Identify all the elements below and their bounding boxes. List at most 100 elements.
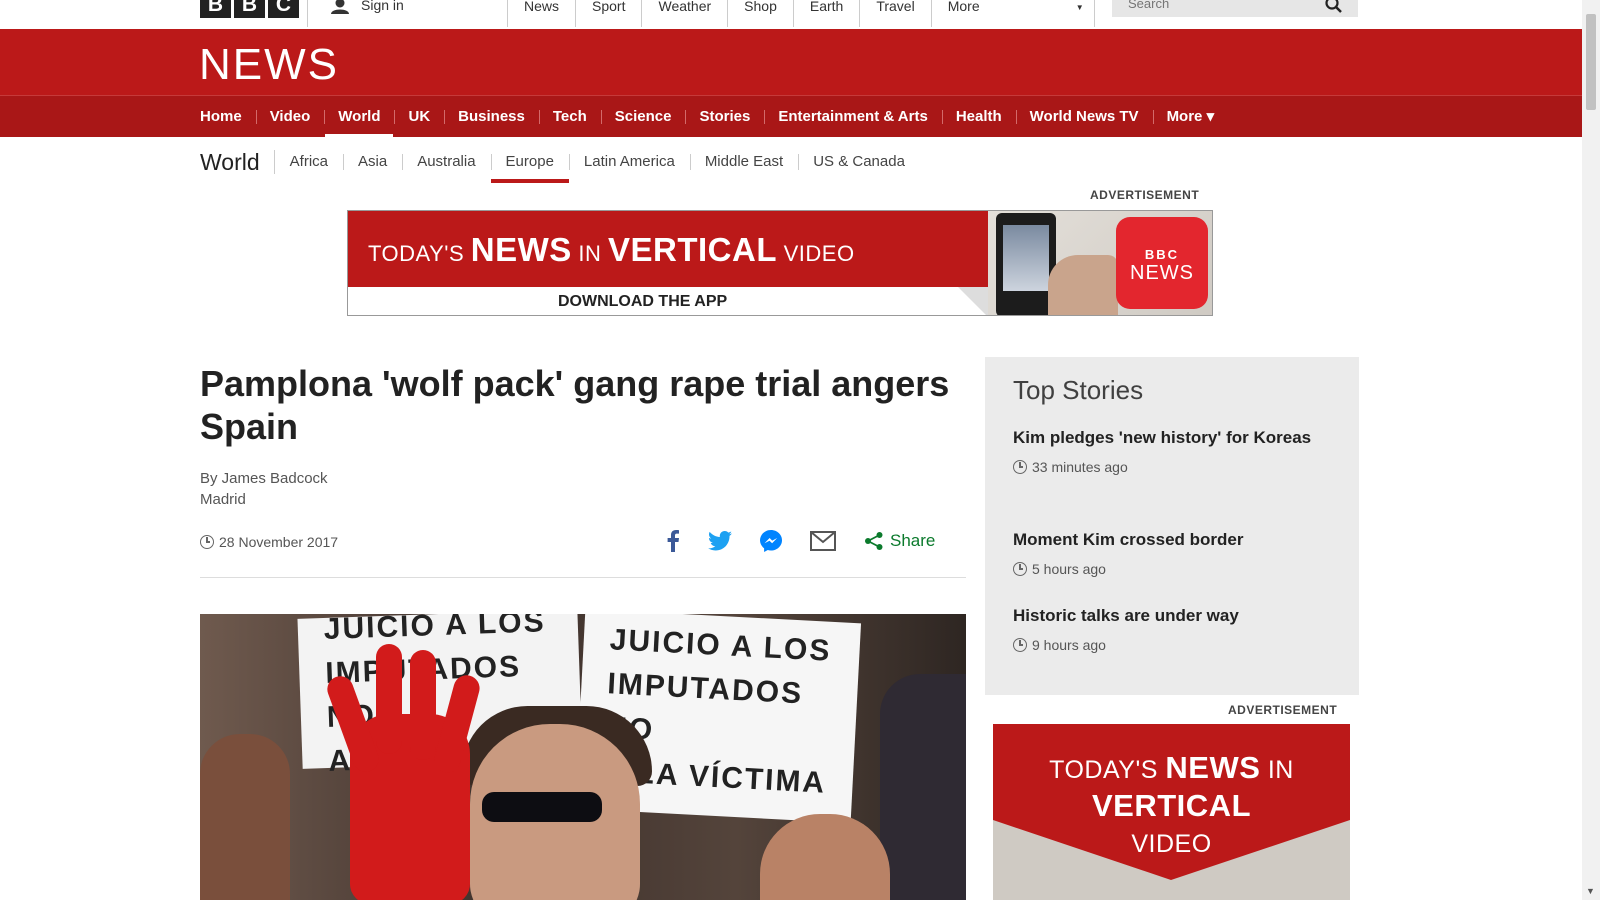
search-box[interactable] xyxy=(1112,0,1358,17)
nav-video[interactable]: Video xyxy=(255,96,325,138)
advertisement-label: ADVERTISEMENT xyxy=(1090,188,1200,202)
search-icon[interactable] xyxy=(1324,0,1344,14)
bbc-logo-letter: C xyxy=(268,0,299,18)
nav-stories[interactable]: Stories xyxy=(685,96,764,138)
user-icon xyxy=(331,0,349,14)
news-header: NEWS Home Video World UK Business Tech S… xyxy=(0,29,1582,138)
clock-icon xyxy=(1013,562,1027,576)
side-ad-text: TODAY'S NEWS IN VERTICAL VIDEO xyxy=(993,750,1350,862)
main-nav: Home Video World UK Business Tech Scienc… xyxy=(0,95,1582,138)
nav-world[interactable]: World xyxy=(324,96,394,138)
section-title[interactable]: World xyxy=(200,150,275,174)
clock-icon xyxy=(1013,460,1027,474)
bbc-global-bar: B B C Sign in News Sport Weather Shop Ea… xyxy=(0,0,1582,29)
ad-download-cta[interactable]: DOWNLOAD THE APP xyxy=(558,293,727,311)
top-story-time: 33 minutes ago xyxy=(1032,459,1128,475)
nav-science[interactable]: Science xyxy=(600,96,686,138)
chevron-down-icon: ▼ xyxy=(1075,3,1084,12)
top-banner-ad[interactable]: TODAY'S NEWS IN VERTICAL VIDEO DOWNLOAD … xyxy=(347,210,1213,316)
side-ad[interactable]: TODAY'S NEWS IN VERTICAL VIDEO xyxy=(993,724,1350,900)
article-date: 28 November 2017 xyxy=(200,534,338,550)
ad-headline-part: VIDEO xyxy=(776,241,855,266)
global-nav-sport[interactable]: Sport xyxy=(575,0,641,27)
sign-in-link[interactable]: Sign in xyxy=(307,0,507,27)
facebook-icon[interactable] xyxy=(666,530,680,552)
top-story-item[interactable]: Kim pledges 'new history' for Koreas 33 … xyxy=(1013,425,1313,475)
side-ad-line: TODAY'S NEWS IN xyxy=(993,750,1350,788)
global-nav-weather[interactable]: Weather xyxy=(641,0,727,27)
news-logo[interactable]: NEWS xyxy=(199,40,339,90)
search-input[interactable] xyxy=(1128,0,1308,11)
nav-uk[interactable]: UK xyxy=(394,96,444,138)
top-story-title[interactable]: Historic talks are under way xyxy=(1013,603,1313,628)
page-scrollbar[interactable]: ▼ xyxy=(1582,0,1600,900)
subnav-latin-america[interactable]: Latin America xyxy=(568,152,690,172)
bbc-logo-letter: B xyxy=(234,0,265,18)
advertisement-label: ADVERTISEMENT xyxy=(1228,703,1338,717)
ad-white-wedge xyxy=(958,287,988,315)
top-story-title[interactable]: Moment Kim crossed border xyxy=(1013,527,1313,552)
red-glove-finger xyxy=(376,644,402,754)
nav-entertainment-arts[interactable]: Entertainment & Arts xyxy=(764,96,941,138)
top-story-item[interactable]: Historic talks are under way 9 hours ago xyxy=(1013,603,1313,653)
ad-headline-part: NEWS xyxy=(470,231,572,268)
nav-tech[interactable]: Tech xyxy=(538,96,601,138)
share-icon xyxy=(865,532,883,550)
byline: By James Badcock Madrid xyxy=(200,468,328,510)
author: By James Badcock xyxy=(200,470,328,487)
ad-headline-part: IN xyxy=(571,241,608,266)
clock-icon xyxy=(1013,638,1027,652)
scroll-down-arrow-icon[interactable]: ▼ xyxy=(1586,886,1595,896)
nav-more[interactable]: More ▾ xyxy=(1152,96,1229,138)
bbc-logo-letter: B xyxy=(200,0,231,18)
bbc-logo[interactable]: B B C xyxy=(200,0,299,18)
nav-business[interactable]: Business xyxy=(444,96,539,138)
subnav-africa[interactable]: Africa xyxy=(275,152,343,172)
share-button[interactable]: Share xyxy=(864,531,935,551)
subnav-australia[interactable]: Australia xyxy=(402,152,490,172)
global-nav: News Sport Weather Shop Earth Travel Mor… xyxy=(507,0,1095,27)
side-ad-part: IN xyxy=(1260,756,1294,784)
top-stories-title: Top Stories xyxy=(1013,375,1144,405)
side-ad-line: VIDEO xyxy=(1131,830,1212,858)
top-story-time: 9 hours ago xyxy=(1032,637,1106,653)
subnav-us-canada[interactable]: US & Canada xyxy=(798,152,920,172)
ad-headline-part: TODAY'S xyxy=(368,241,471,266)
badge-news-text: NEWS xyxy=(1130,262,1194,284)
ad-headline: TODAY'S NEWS IN VERTICAL VIDEO xyxy=(368,231,855,269)
global-nav-earth[interactable]: Earth xyxy=(792,0,859,27)
nav-home[interactable]: Home xyxy=(200,96,256,138)
subnav-europe[interactable]: Europe xyxy=(490,152,570,183)
top-story-item[interactable]: Moment Kim crossed border 5 hours ago xyxy=(1013,527,1313,577)
article-headline: Pamplona 'wolf pack' gang rape trial ang… xyxy=(200,363,950,447)
hand-image xyxy=(1048,255,1118,315)
nav-world-news-tv[interactable]: World News TV xyxy=(1015,96,1153,138)
global-nav-news[interactable]: News xyxy=(507,0,575,27)
global-nav-shop[interactable]: Shop xyxy=(727,0,793,27)
ad-headline-part: VERTICAL xyxy=(607,231,777,268)
photo-sunglasses xyxy=(482,792,602,822)
subnav-asia[interactable]: Asia xyxy=(343,152,402,172)
global-nav-more[interactable]: More ▼ xyxy=(930,0,1095,27)
top-story-meta: 5 hours ago xyxy=(1013,561,1313,577)
messenger-icon[interactable] xyxy=(760,530,782,552)
nav-health[interactable]: Health xyxy=(941,96,1016,138)
side-ad-part: VERTICAL xyxy=(1092,788,1251,823)
side-ad-line: VERTICAL xyxy=(993,788,1350,826)
global-nav-more-label: More xyxy=(947,0,980,14)
clock-icon xyxy=(200,535,214,549)
article-date-text: 28 November 2017 xyxy=(219,534,339,550)
photo-person xyxy=(200,734,290,900)
author-location: Madrid xyxy=(200,491,246,508)
top-story-meta: 9 hours ago xyxy=(1013,637,1313,653)
article-divider xyxy=(200,577,966,578)
top-story-meta: 33 minutes ago xyxy=(1013,459,1313,475)
scrollbar-thumb[interactable] xyxy=(1586,14,1596,110)
twitter-icon[interactable] xyxy=(708,531,732,551)
phone-screen-image xyxy=(1003,225,1049,291)
top-story-title[interactable]: Kim pledges 'new history' for Koreas xyxy=(1013,425,1313,450)
global-nav-travel[interactable]: Travel xyxy=(859,0,930,27)
subnav-middle-east[interactable]: Middle East xyxy=(689,152,798,172)
email-icon[interactable] xyxy=(810,531,836,551)
top-story-time: 5 hours ago xyxy=(1032,561,1106,577)
